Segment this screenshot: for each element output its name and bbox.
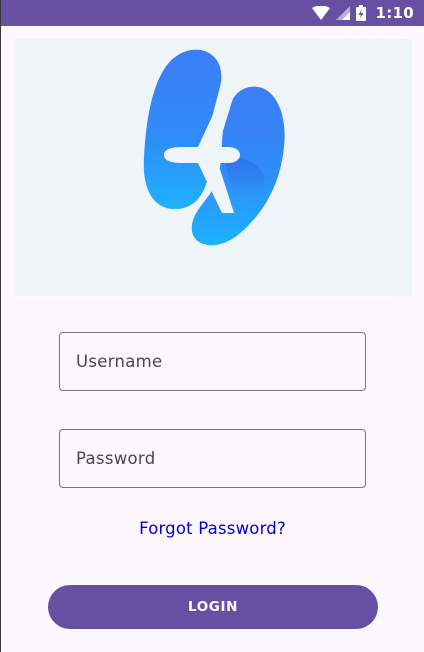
status-time: 1:10 — [375, 4, 414, 22]
status-bar: 1:10 — [1, 0, 424, 26]
airplane-footprints-logo — [143, 49, 285, 246]
login-button-label: LOGIN — [188, 599, 238, 615]
username-field[interactable]: Username — [59, 332, 366, 391]
forgot-password-link[interactable]: Forgot Password? — [1, 519, 424, 538]
battery-charging-icon — [356, 5, 367, 21]
signal-icon — [336, 6, 351, 20]
login-screen: 1:10 Username Password Forgot Password? … — [1, 0, 424, 652]
status-icons: 1:10 — [312, 0, 414, 26]
password-field[interactable]: Password — [59, 429, 366, 488]
hero-banner — [15, 39, 412, 296]
username-placeholder: Username — [76, 352, 163, 371]
password-placeholder: Password — [76, 449, 156, 468]
login-button[interactable]: LOGIN — [48, 585, 378, 629]
wifi-icon — [312, 6, 331, 20]
